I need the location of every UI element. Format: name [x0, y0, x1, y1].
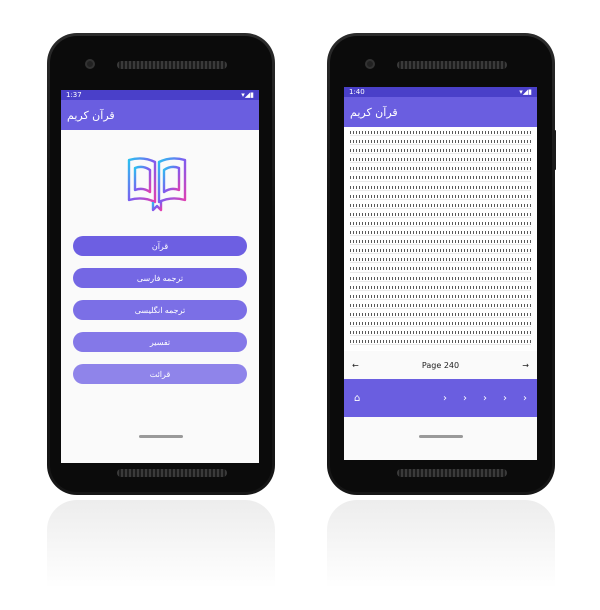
verse-line — [350, 327, 531, 337]
left-phone-reflection — [47, 500, 275, 610]
verse-line — [350, 317, 531, 328]
bottom-speaker — [397, 469, 507, 477]
verse-line — [350, 190, 531, 200]
quran-book-icon — [127, 157, 187, 212]
quran-button[interactable]: قرآن — [73, 236, 247, 256]
persian-translation-button[interactable]: ترجمه فارسی — [73, 268, 247, 288]
home-indicator[interactable] — [419, 435, 463, 438]
verse-line — [350, 336, 531, 346]
right-screen: 1:40 ▾◢▮ قرآن کریم ← Page 240 → ⌂ › › › … — [344, 87, 537, 460]
right-phone-reflection — [327, 500, 555, 610]
verse-line — [350, 154, 531, 164]
tafsir-button[interactable]: تفسیر — [73, 332, 247, 352]
home-icon[interactable]: ⌂ — [354, 393, 360, 404]
status-bar: 1:40 ▾◢▮ — [344, 87, 537, 97]
verse-line — [350, 236, 531, 246]
verse-line — [350, 245, 531, 255]
status-bar: 1:37 ▾◢▮ — [61, 90, 259, 100]
recitation-button[interactable]: قرائت — [73, 364, 247, 384]
verse-line — [350, 163, 531, 173]
app-bar: قرآن کریم — [61, 100, 259, 130]
app-bar: قرآن کریم — [344, 97, 537, 127]
bottom-nav: ⌂ › › › › › — [344, 379, 537, 417]
app-title: قرآن کریم — [67, 108, 115, 122]
verse-line — [350, 172, 531, 182]
chevron-right-icon[interactable]: › — [523, 393, 527, 404]
right-phone: 1:40 ▾◢▮ قرآن کریم ← Page 240 → ⌂ › › › … — [327, 33, 555, 495]
battery-icon: ▾◢▮ — [519, 88, 532, 96]
power-button — [272, 130, 275, 170]
verse-line — [350, 308, 531, 318]
verse-line — [350, 217, 531, 228]
verse-line — [350, 136, 531, 146]
verse-line — [350, 181, 531, 191]
page-navigator: ← Page 240 → — [344, 355, 537, 375]
verse-line — [350, 281, 531, 291]
quran-page-image[interactable] — [344, 127, 537, 351]
verse-line — [350, 227, 531, 237]
verse-line — [350, 290, 531, 300]
left-phone: 1:37 ▾◢▮ قرآن کریم قرآن ترجمه فارسی ترجم… — [47, 33, 275, 495]
verse-line — [350, 254, 531, 264]
front-camera — [365, 59, 375, 69]
chevron-right-icon[interactable]: › — [463, 393, 467, 404]
top-speaker — [117, 61, 227, 69]
status-time: 1:40 — [349, 88, 365, 96]
english-translation-button[interactable]: ترجمه انگلیسی — [73, 300, 247, 320]
verse-line — [350, 145, 531, 155]
verse-line — [350, 263, 531, 273]
page-number-label: Page 240 — [421, 360, 460, 370]
app-title: قرآن کریم — [350, 105, 398, 119]
verse-line — [350, 299, 531, 309]
verse-line — [350, 272, 531, 282]
bottom-speaker — [117, 469, 227, 477]
verse-line — [350, 199, 531, 209]
front-camera — [85, 59, 95, 69]
left-screen: 1:37 ▾◢▮ قرآن کریم قرآن ترجمه فارسی ترجم… — [61, 90, 259, 463]
verse-line — [350, 127, 531, 137]
previous-page-arrow-icon[interactable]: ← — [352, 361, 359, 370]
battery-icon: ▾◢▮ — [241, 91, 254, 99]
power-button — [553, 130, 556, 170]
home-indicator[interactable] — [139, 435, 183, 438]
verse-line — [350, 208, 531, 218]
next-page-arrow-icon[interactable]: → — [522, 361, 529, 370]
top-speaker — [397, 61, 507, 69]
chevron-right-icon[interactable]: › — [443, 393, 447, 404]
chevron-right-icon[interactable]: › — [483, 393, 487, 404]
chevron-right-icon[interactable]: › — [503, 393, 507, 404]
status-time: 1:37 — [66, 91, 82, 99]
